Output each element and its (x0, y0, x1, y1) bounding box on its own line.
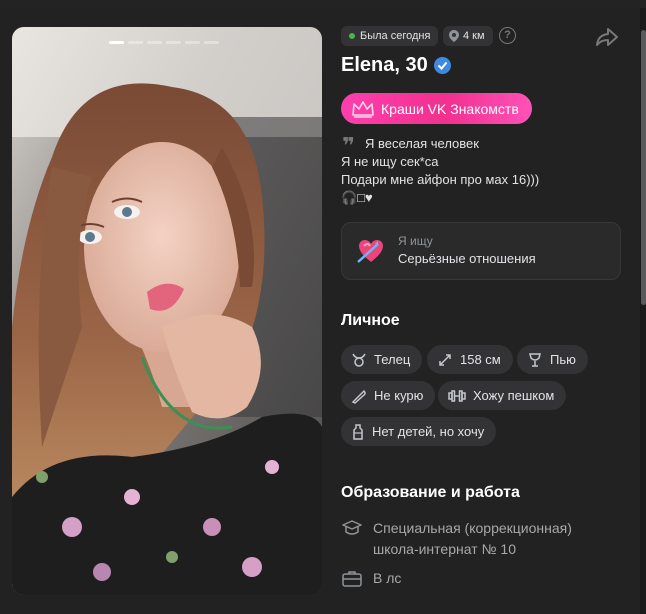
tag-zodiac: Телец (341, 345, 423, 374)
job-value: В лс (373, 570, 402, 586)
online-status-label: Была сегодня (360, 30, 431, 42)
photo-dot[interactable] (147, 41, 162, 44)
tag-children: Нет детей, но хочу (341, 417, 497, 446)
school-line: Специальная (коррекционная) (373, 520, 572, 536)
crush-promo-label: Краши VK Знакомств (381, 100, 519, 117)
scrollbar-thumb[interactable] (641, 30, 646, 305)
dumbbell-icon (448, 389, 466, 402)
location-pin-icon (449, 30, 459, 42)
tag-activity: Хожу пешком (438, 381, 567, 410)
no-smoking-icon (351, 389, 366, 404)
bio-line: 🎧□♥ (341, 190, 373, 205)
online-dot-icon (349, 33, 355, 39)
tag-smoking: Не курю (341, 381, 436, 410)
education-school: Специальная (коррекционная) школа-интерн… (373, 518, 572, 560)
looking-for-card: Я ищу Серьёзные отношения (341, 222, 621, 280)
heart-arrow-icon (357, 240, 383, 263)
bio-line: Я веселая человек (365, 136, 479, 151)
photo-dot[interactable] (128, 41, 143, 44)
crush-promo-button[interactable]: Краши VK Знакомств (341, 93, 532, 124)
profile-name-age: Elena, 30 (341, 54, 428, 76)
school-line: школа-интернат № 10 (373, 541, 516, 557)
bio-line: Я не ищу сек*са (341, 154, 439, 169)
tag-label: Нет детей, но хочу (372, 424, 485, 439)
tag-label: Хожу пешком (473, 388, 555, 403)
distance-chip: 4 км (443, 26, 493, 46)
looking-for-label: Я ищу (398, 234, 433, 248)
tag-label: Телец (374, 352, 411, 367)
taurus-icon (352, 353, 366, 367)
looking-for-value: Серьёзные отношения (398, 251, 536, 266)
verified-icon[interactable] (433, 57, 451, 74)
tag-height: 158 см (427, 345, 513, 374)
photo-dot[interactable] (109, 41, 124, 44)
education-section-title: Образование и работа (341, 484, 520, 501)
baby-bottle-icon (353, 423, 363, 440)
height-icon (439, 353, 451, 366)
top-bar (0, 0, 646, 8)
tag-label: Пью (550, 352, 576, 367)
profile-photo[interactable] (12, 27, 322, 595)
bio-line: Подари мне айфон про мах 16))) (341, 172, 540, 187)
distance-label: 4 км (463, 30, 485, 42)
online-status-chip: Была сегодня (341, 26, 439, 46)
photo-pagination (109, 41, 219, 44)
tag-label: Не курю (374, 388, 424, 403)
photo-dot[interactable] (185, 41, 200, 44)
profile-bio: Я веселая человек Я не ищу сек*са Подари… (341, 135, 539, 207)
tag-drinking: Пью (517, 345, 588, 374)
photo-dot[interactable] (166, 41, 181, 44)
photo-dot[interactable] (204, 41, 219, 44)
briefcase-icon (342, 571, 362, 587)
wine-glass-icon (529, 352, 541, 367)
graduation-cap-icon (342, 520, 362, 535)
help-icon[interactable]: ? (499, 27, 516, 44)
share-icon[interactable] (596, 27, 618, 47)
personal-section-title: Личное (341, 312, 400, 329)
tag-label: 158 см (460, 352, 501, 367)
profile-name: Elena, 30 (341, 54, 451, 77)
crown-icon (352, 100, 374, 118)
